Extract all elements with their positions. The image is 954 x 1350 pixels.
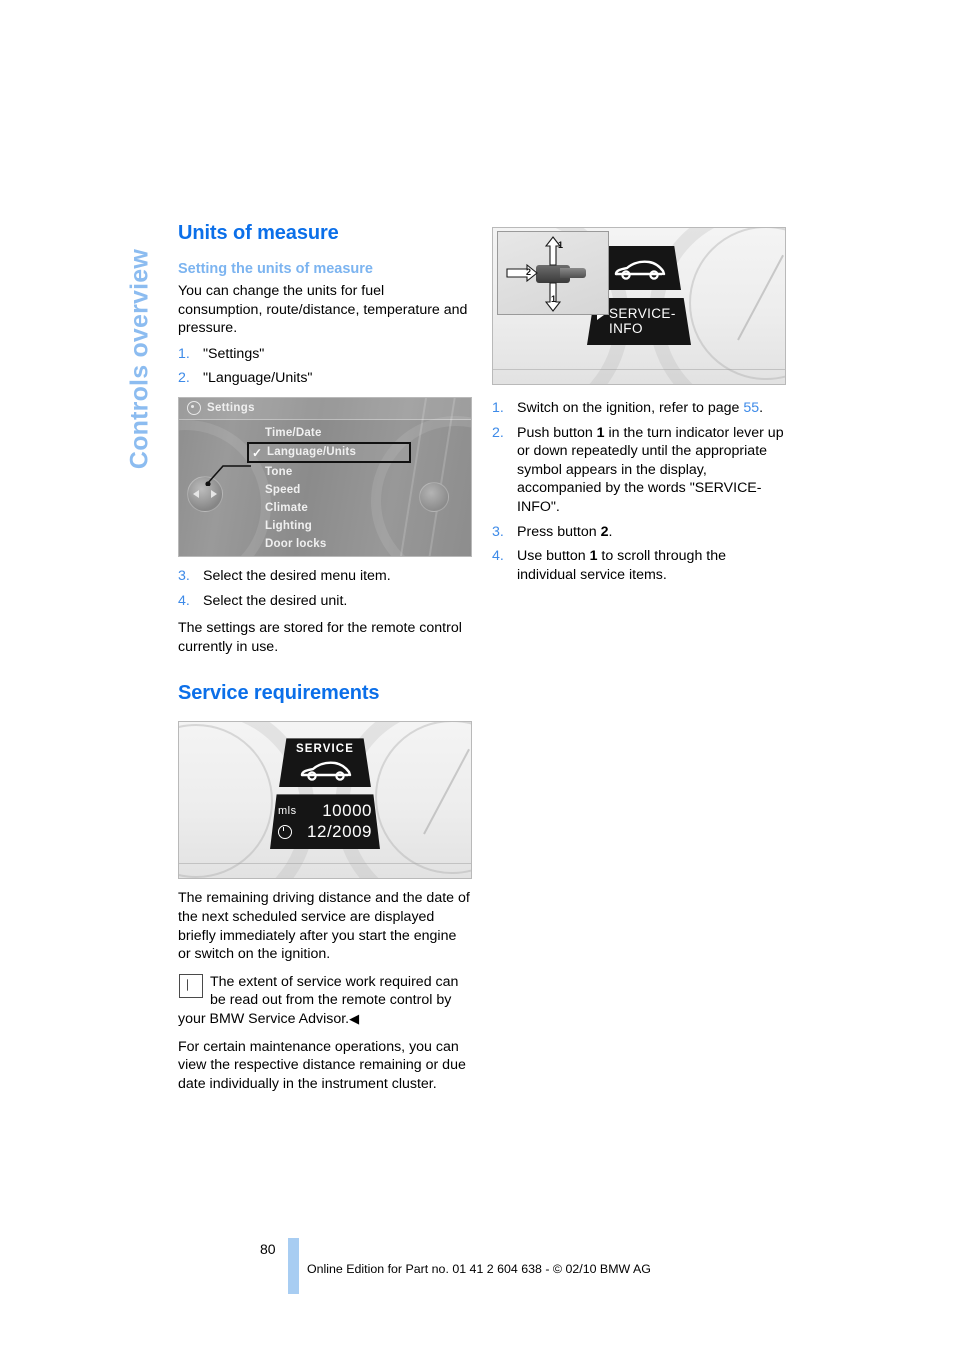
steps-before-figure: 1. "Settings" 2. "Language/Units" <box>178 345 472 388</box>
lever-stalk-decor <box>560 268 586 278</box>
chapter-tab-label: Controls overview <box>125 248 154 470</box>
date-row: 12/2009 <box>278 821 372 842</box>
idrive-menu-item-lighting[interactable]: Lighting <box>251 517 399 535</box>
step-text: Use button 1 to scroll through the indiv… <box>517 548 726 583</box>
car-icon <box>614 260 666 280</box>
list-item: 1. "Settings" <box>178 345 472 364</box>
idrive-header-label: Settings <box>207 402 255 415</box>
service-date-value: 12/2009 <box>307 821 372 841</box>
idrive-menu-item-door-locks[interactable]: Door locks <box>251 535 399 553</box>
step-text: Select the desired unit. <box>203 592 348 609</box>
note-block: The extent of service work required can … <box>178 973 472 1029</box>
service-info-line2: INFO <box>609 321 643 336</box>
service-indicator-display: SERVICE <box>279 738 371 788</box>
callout-number-1-up: 1 <box>558 240 564 250</box>
step-number: 1. <box>178 345 190 362</box>
callout-number-2: 2 <box>526 267 532 277</box>
note-triangle-icon <box>179 973 203 998</box>
list-item: 1. Switch on the ignition, refer to page… <box>492 399 786 418</box>
instrument-cluster: SERVICE mls 10000 12/2009 <box>179 722 471 879</box>
figure-service-cluster: SERVICE mls 10000 12/2009 <box>178 721 472 880</box>
service-info-line1: SERVICE- <box>609 306 676 321</box>
step-number: 2. <box>178 370 190 387</box>
step-text: "Language/Units" <box>203 370 313 387</box>
page-title-units-of-measure: Units of measure <box>178 222 339 244</box>
idrive-menu-item-label: Language/Units <box>267 445 357 458</box>
idrive-menu-item-time-date[interactable]: Time/Date <box>251 424 399 442</box>
page-marker-bar <box>288 1238 299 1294</box>
idrive-menu-item-tone[interactable]: Tone <box>251 463 399 481</box>
step-text: "Settings" <box>203 345 265 362</box>
distance-value: 10000 <box>322 800 372 820</box>
step-text-part: . <box>608 523 613 540</box>
cluster-baseline-decor <box>179 863 471 865</box>
note-text: The extent of service work required can … <box>178 973 459 1027</box>
step-text-part: Switch on the ignition, refer to page <box>517 400 744 416</box>
idrive-screen: Settings Time/Date ✓ Language/Units Tone… <box>179 397 471 556</box>
idrive-menu-item-language-units[interactable]: ✓ Language/Units <box>247 441 411 463</box>
step-number: 1. <box>492 400 504 416</box>
turn-indicator-lever-inset: 1 1 2 <box>497 231 609 315</box>
step-text: Push button 1 in the turn indicator leve… <box>517 425 784 515</box>
step-text-part: . <box>759 400 764 416</box>
idrive-menu-list: Time/Date ✓ Language/Units Tone Speed Cl… <box>247 424 411 553</box>
list-item: 4. Select the desired unit. <box>178 592 472 611</box>
checkmark-icon: ✓ <box>252 445 263 460</box>
clock-icon <box>278 824 292 839</box>
distance-row: mls 10000 <box>278 800 372 821</box>
arrow-right-icon <box>506 263 538 283</box>
gear-icon <box>187 401 201 416</box>
step-text: Switch on the ignition, refer to page 55… <box>517 400 763 416</box>
dial-hub-right-decor <box>419 481 449 512</box>
list-item: 4. Use button 1 to scroll through the in… <box>492 547 786 584</box>
button-reference: 1 <box>596 424 605 441</box>
step-text-part: Push button <box>517 424 597 441</box>
note-end-marker: ◀ <box>349 1010 360 1026</box>
right-column: SERVICE- INFO 1 1 2 1. Switch on the ign… <box>492 222 786 593</box>
distance-unit-label: mls <box>278 804 297 817</box>
callout-number-1-down: 1 <box>551 294 557 304</box>
list-item: 3. Press button 2. <box>492 523 786 542</box>
service-paragraph-2: For certain maintenance operations, you … <box>178 1038 466 1092</box>
service-info-label: SERVICE- INFO <box>609 306 676 336</box>
car-icon <box>300 761 352 782</box>
page-number: 80 <box>260 1241 276 1257</box>
list-item: 2. Push button 1 in the turn indicator l… <box>492 424 786 517</box>
figure-idrive-settings: Settings Time/Date ✓ Language/Units Tone… <box>178 396 472 557</box>
instrument-cluster-service-info: SERVICE- INFO 1 1 2 <box>493 228 785 384</box>
step-text-part: Use button <box>517 548 590 565</box>
step-number: 2. <box>492 424 504 441</box>
closing-paragraph: The settings are stored for the remote c… <box>178 620 462 655</box>
step-number: 3. <box>178 567 190 584</box>
service-info-steps: 1. Switch on the ignition, refer to page… <box>492 399 786 584</box>
page-footer: 80 Online Edition for Part no. 01 41 2 6… <box>178 1230 878 1350</box>
callout-leader-line <box>205 460 251 486</box>
subheading-setting-units: Setting the units of measure <box>178 261 373 277</box>
cluster-baseline-decor <box>493 369 785 370</box>
step-text: Select the desired menu item. <box>203 567 391 584</box>
intro-paragraph: You can change the units for fuel consum… <box>178 283 468 337</box>
list-item: 3. Select the desired menu item. <box>178 567 472 586</box>
footer-edition-text: Online Edition for Part no. 01 41 2 604 … <box>307 1262 651 1276</box>
step-number: 4. <box>178 592 190 609</box>
idrive-header: Settings <box>179 397 471 420</box>
service-symbol-display <box>597 246 681 290</box>
idrive-menu-item-climate[interactable]: Climate <box>251 499 399 517</box>
list-item: 2. "Language/Units" <box>178 369 472 388</box>
service-values-display: mls 10000 12/2009 <box>270 794 380 850</box>
steps-after-figure: 3. Select the desired menu item. 4. Sele… <box>178 567 472 610</box>
step-number: 4. <box>492 548 504 565</box>
figure-service-info-cluster: SERVICE- INFO 1 1 2 <box>492 227 786 385</box>
service-paragraph-1: The remaining driving distance and the d… <box>178 890 470 963</box>
left-column: Units of measure Setting the units of me… <box>178 222 472 1102</box>
idrive-menu-item-speed[interactable]: Speed <box>251 481 399 499</box>
chapter-tab: Controls overview <box>118 214 162 504</box>
page-crossref-link[interactable]: 55 <box>743 400 759 416</box>
step-number: 3. <box>492 523 504 540</box>
step-text-part: Press button <box>517 523 601 540</box>
service-label: SERVICE <box>296 743 354 756</box>
page-title-service-requirements: Service requirements <box>178 682 380 705</box>
button-reference: 2 <box>600 523 609 540</box>
step-text: Press button 2. <box>517 524 612 540</box>
